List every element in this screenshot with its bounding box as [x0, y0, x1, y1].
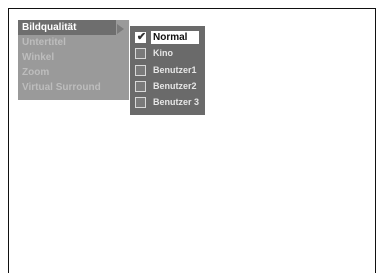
checkbox[interactable] [135, 97, 146, 108]
option-label: Benutzer 3 [153, 97, 200, 107]
option-label: Normal [151, 31, 199, 44]
main-menu: Bildqualität Untertitel Winkel Zoom Virt… [18, 20, 129, 100]
option-benutzer1[interactable]: Benutzer1 [135, 64, 203, 77]
option-label: Benutzer2 [153, 81, 197, 91]
submenu: ✔ Normal Kino Benutzer1 Benutzer2 Benutz… [130, 26, 205, 115]
check-icon: ✔ [136, 31, 147, 43]
checkbox-checked[interactable]: ✔ [135, 31, 147, 43]
checkbox[interactable] [135, 81, 146, 92]
option-benutzer2[interactable]: Benutzer2 [135, 80, 203, 93]
checkbox[interactable] [135, 65, 146, 76]
option-label: Benutzer1 [153, 65, 197, 75]
checkbox[interactable] [135, 48, 146, 59]
menu-item-untertitel[interactable]: Untertitel [18, 35, 129, 50]
menu-item-virtual-surround[interactable]: Virtual Surround [18, 80, 129, 95]
menu-item-winkel[interactable]: Winkel [18, 50, 129, 65]
option-label: Kino [153, 48, 173, 58]
menu-item-zoom[interactable]: Zoom [18, 65, 129, 80]
menu-item-bildqualitaet[interactable]: Bildqualität [18, 20, 116, 35]
option-normal[interactable]: ✔ Normal [135, 31, 203, 44]
option-benutzer3[interactable]: Benutzer 3 [135, 96, 203, 109]
chevron-right-icon [117, 24, 124, 34]
option-kino[interactable]: Kino [135, 47, 203, 60]
